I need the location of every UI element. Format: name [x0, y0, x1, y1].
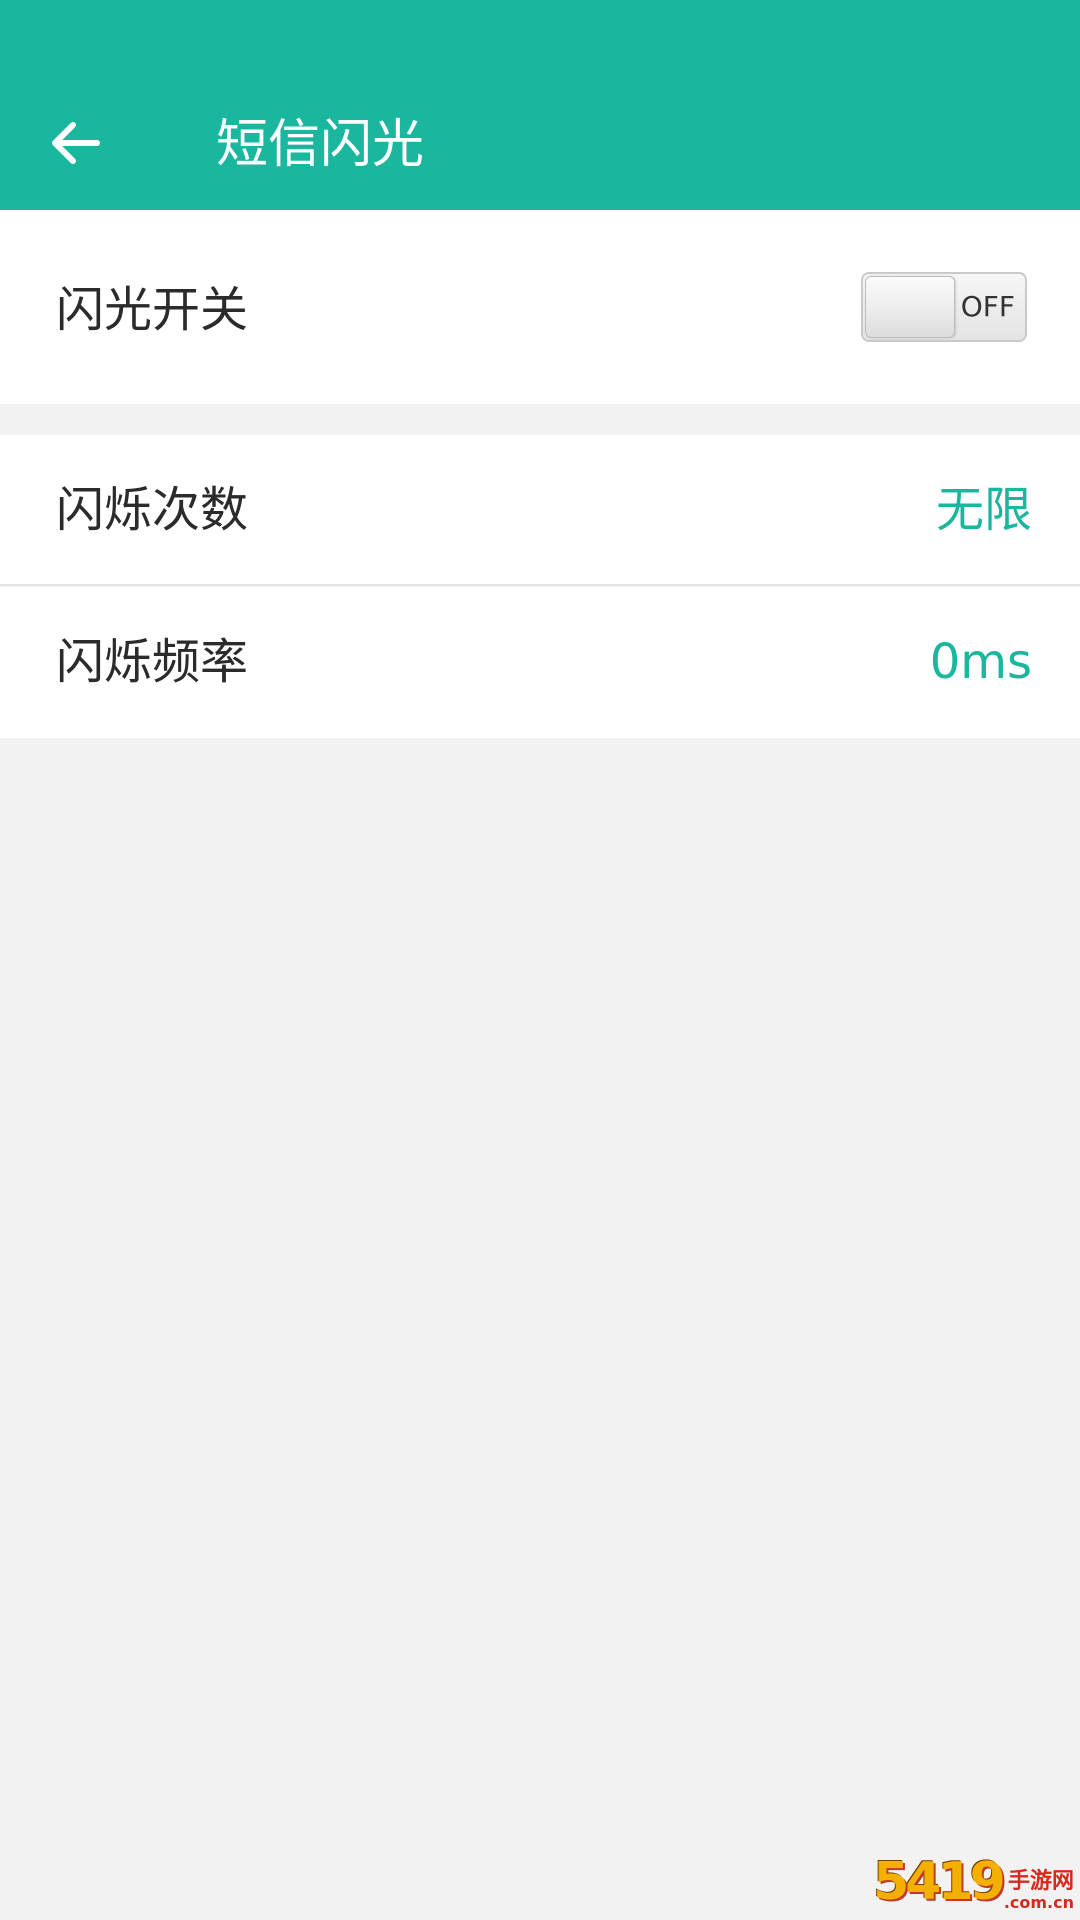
blink-frequency-row[interactable]: 闪烁频率 0ms — [0, 587, 1080, 738]
flash-switch-row[interactable]: 闪光开关 OFF — [0, 210, 1080, 404]
blink-frequency-value: 0ms — [929, 634, 1032, 690]
arrow-left-icon — [52, 122, 100, 164]
flash-toggle-switch[interactable]: OFF — [861, 272, 1027, 342]
flash-switch-label: 闪光开关 — [56, 282, 249, 338]
toggle-knob — [865, 276, 955, 338]
watermark-site: 手游网 — [1007, 1869, 1074, 1894]
toggle-state-text: OFF — [960, 290, 1015, 323]
site-watermark-logo: 5419 手游网 .com.cn — [873, 1842, 1074, 1912]
watermark-domain: .com.cn — [1003, 1893, 1074, 1912]
blink-frequency-label: 闪烁频率 — [56, 634, 249, 690]
blink-count-label: 闪烁次数 — [56, 482, 249, 538]
watermark-text-group: 手游网 .com.cn — [1004, 1870, 1074, 1912]
blink-count-value: 无限 — [935, 482, 1032, 538]
watermark-number: 5419 — [873, 1852, 1006, 1912]
app-bar: 短信闪光 — [0, 0, 1080, 210]
blink-count-row[interactable]: 闪烁次数 无限 — [0, 435, 1080, 586]
back-button[interactable] — [44, 112, 106, 174]
page-title: 短信闪光 — [216, 115, 425, 175]
